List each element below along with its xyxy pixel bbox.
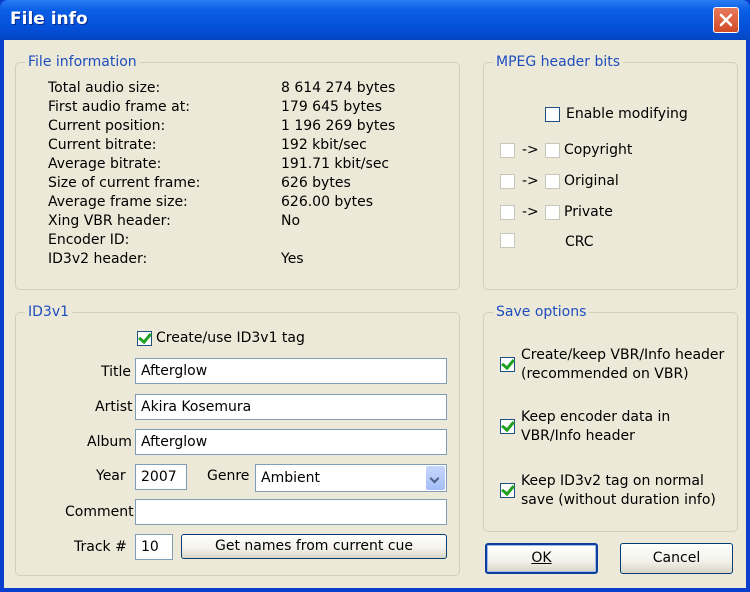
artist-input[interactable]: Akira Kosemura <box>135 394 447 420</box>
close-button[interactable] <box>713 7 739 33</box>
chevron-down-icon[interactable] <box>426 466 445 490</box>
keep-vbr-header-label-line2[interactable]: (recommended on VBR) <box>521 365 689 383</box>
copyright-original-bit[interactable] <box>500 143 515 158</box>
original-original-bit[interactable] <box>500 174 515 189</box>
info-label: Average frame size: <box>48 194 188 210</box>
private-label[interactable]: Private <box>564 203 613 221</box>
dialog-body: File information Total audio size: 8 614… <box>4 40 746 588</box>
title-label: Title <box>101 364 132 380</box>
keep-encoder-data-label-line1[interactable]: Keep encoder data in <box>521 408 670 426</box>
private-checkbox[interactable] <box>545 205 560 220</box>
keep-encoder-data-checkbox[interactable] <box>500 417 515 434</box>
info-label: First audio frame at: <box>48 99 190 115</box>
close-icon <box>719 13 733 27</box>
artist-label: Artist <box>95 399 133 415</box>
info-value: Yes <box>281 251 304 267</box>
keep-id3v2-tag-checkbox[interactable] <box>500 481 515 498</box>
copyright-label[interactable]: Copyright <box>564 141 632 159</box>
info-value: 179 645 bytes <box>281 99 382 115</box>
file-information-group: File information Total audio size: 8 614… <box>15 53 460 290</box>
info-label: Average bitrate: <box>48 156 162 172</box>
arrow-label: -> <box>522 204 539 220</box>
info-value: 191.71 kbit/sec <box>281 156 390 172</box>
keep-encoder-data-label-line2[interactable]: VBR/Info header <box>521 427 635 445</box>
comment-label: Comment <box>65 504 134 520</box>
private-original-bit[interactable] <box>500 205 515 220</box>
save-options-group: Save options Create/keep VBR/Info header… <box>483 303 738 532</box>
original-label[interactable]: Original <box>564 172 619 190</box>
track-input[interactable]: 10 <box>135 534 173 560</box>
enable-modifying-label[interactable]: Enable modifying <box>566 105 688 123</box>
info-value: 626.00 bytes <box>281 194 374 210</box>
arrow-label: -> <box>522 173 539 189</box>
get-names-from-cue-button[interactable]: Get names from current cue <box>181 534 447 559</box>
info-value: 626 bytes <box>281 175 351 191</box>
title-input[interactable]: Afterglow <box>135 358 447 384</box>
info-label: ID3v2 header: <box>48 251 148 267</box>
keep-vbr-header-label-line1[interactable]: Create/keep VBR/Info header <box>521 346 724 364</box>
info-label: Encoder ID: <box>48 232 130 248</box>
create-id3v1-label[interactable]: Create/use ID3v1 tag <box>156 329 305 347</box>
arrow-label: -> <box>522 142 539 158</box>
mpeg-header-bits-group: MPEG header bits Enable modifying -> Cop… <box>483 53 738 290</box>
info-label: Total audio size: <box>48 80 161 96</box>
save-options-legend: Save options <box>493 303 590 321</box>
track-label: Track # <box>74 539 127 555</box>
id3v1-legend: ID3v1 <box>25 303 73 321</box>
info-label: Size of current frame: <box>48 175 201 191</box>
genre-select[interactable]: Ambient <box>255 464 447 492</box>
album-input[interactable]: Afterglow <box>135 429 447 455</box>
info-label: Xing VBR header: <box>48 213 171 229</box>
ok-button[interactable]: OK <box>485 543 598 574</box>
file-info-window: File info File information Total audio s… <box>0 0 750 592</box>
create-id3v1-checkbox[interactable] <box>137 329 152 346</box>
genre-selected-value: Ambient <box>261 470 320 486</box>
info-value: 192 kbit/sec <box>281 137 367 153</box>
year-input[interactable]: 2007 <box>135 464 187 490</box>
crc-bit[interactable] <box>500 233 515 248</box>
info-value: 1 196 269 bytes <box>281 118 396 134</box>
keep-vbr-header-checkbox[interactable] <box>500 355 515 372</box>
copyright-checkbox[interactable] <box>545 143 560 158</box>
info-label: Current bitrate: <box>48 137 157 153</box>
info-value: No <box>281 213 301 229</box>
ok-label: OK <box>531 550 552 566</box>
window-title: File info <box>10 9 88 29</box>
original-checkbox[interactable] <box>545 174 560 189</box>
crc-label: CRC <box>565 234 594 250</box>
title-bar[interactable]: File info <box>0 0 750 40</box>
genre-label: Genre <box>207 468 250 484</box>
file-information-legend: File information <box>25 53 140 71</box>
id3v1-group: ID3v1 Create/use ID3v1 tag Title Aftergl… <box>15 303 460 576</box>
mpeg-header-bits-legend: MPEG header bits <box>493 53 623 71</box>
info-label: Current position: <box>48 118 166 134</box>
enable-modifying-checkbox[interactable] <box>545 107 560 122</box>
info-value: 8 614 274 bytes <box>281 80 396 96</box>
cancel-button[interactable]: Cancel <box>620 543 733 574</box>
year-label: Year <box>96 468 126 484</box>
keep-id3v2-tag-label-line2[interactable]: save (without duration info) <box>521 491 716 509</box>
album-label: Album <box>87 434 132 450</box>
keep-id3v2-tag-label-line1[interactable]: Keep ID3v2 tag on normal <box>521 472 704 490</box>
comment-input[interactable] <box>135 499 447 525</box>
